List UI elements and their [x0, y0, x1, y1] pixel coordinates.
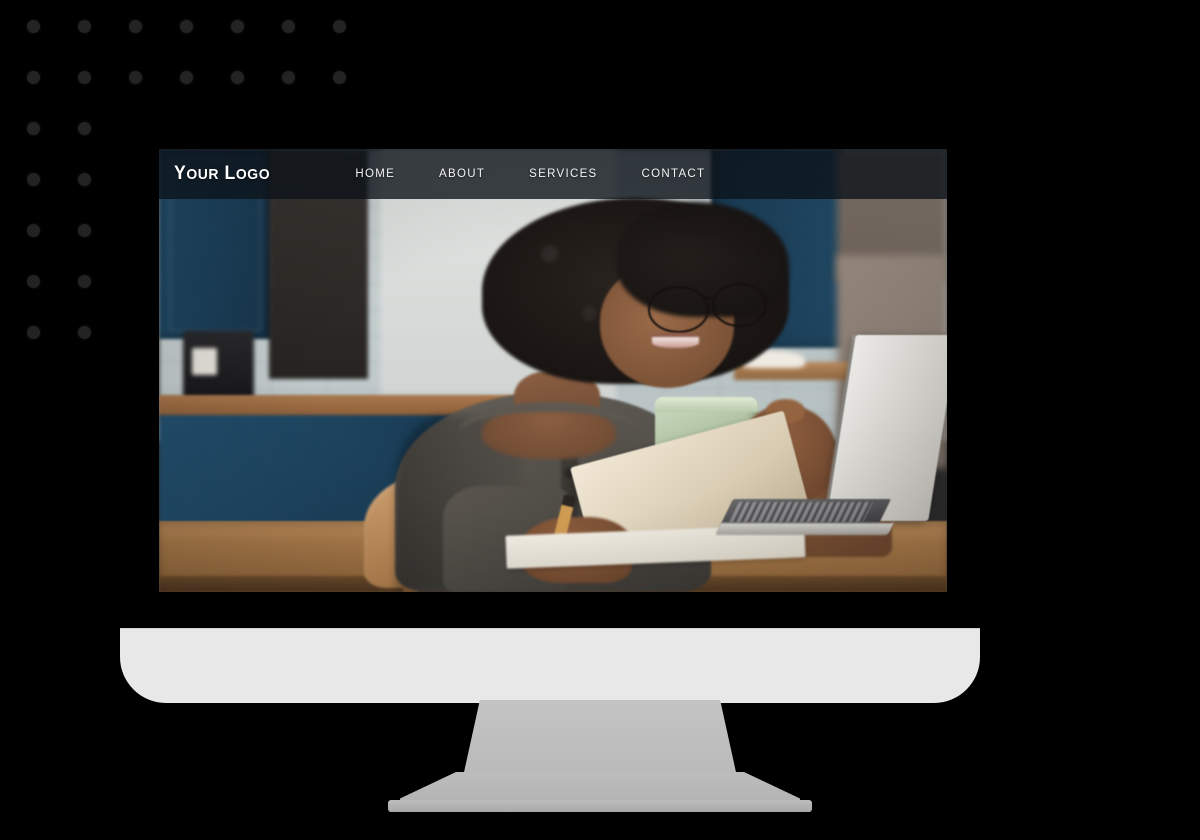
nav-item-home[interactable]: HOME — [333, 168, 417, 180]
desktop-monitor: YOUR LOGO HOME ABOUT SERVICES CONTACT — [0, 0, 1200, 840]
laptop-keys — [729, 501, 874, 522]
logo-word2-rest: OGO — [235, 166, 271, 183]
eyeglasses-right-lens — [712, 283, 767, 328]
site-logo[interactable]: YOUR LOGO — [174, 163, 270, 185]
mug-rim — [655, 397, 758, 413]
coffee-cup-small — [192, 348, 218, 375]
nav-item-services[interactable]: SERVICES — [507, 168, 619, 180]
main-navigation: HOME ABOUT SERVICES CONTACT — [333, 168, 727, 180]
website-preview: YOUR LOGO HOME ABOUT SERVICES CONTACT — [159, 149, 947, 592]
monitor-screen: YOUR LOGO HOME ABOUT SERVICES CONTACT — [159, 149, 947, 592]
nav-item-about[interactable]: ABOUT — [417, 168, 507, 180]
logo-word2-cap: L — [224, 163, 236, 184]
nav-item-contact[interactable]: CONTACT — [620, 168, 728, 180]
logo-word1-rest: OUR — [186, 166, 220, 183]
logo-word1-cap: Y — [174, 163, 187, 184]
monitor-chin — [120, 628, 980, 703]
eyeglasses-bridge — [704, 297, 716, 306]
smile-teeth — [651, 337, 699, 348]
monitor-stand-base — [388, 800, 812, 812]
site-header: YOUR LOGO HOME ABOUT SERVICES CONTACT — [159, 149, 947, 199]
laptop-base — [715, 523, 895, 535]
eyeglasses-left-lens — [647, 286, 710, 333]
hero-photo — [159, 149, 947, 592]
